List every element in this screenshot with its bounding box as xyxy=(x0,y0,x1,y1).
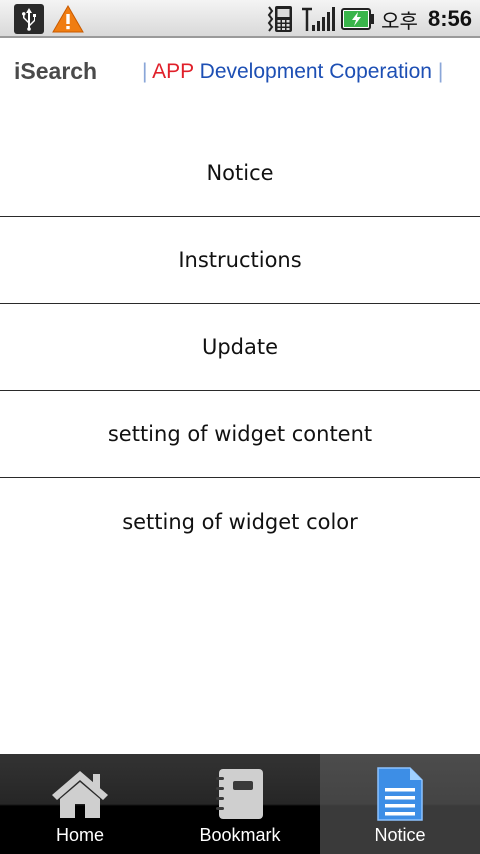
status-left xyxy=(14,4,84,34)
menu-item-update[interactable]: Update xyxy=(0,304,480,391)
bottom-tab-bar: Home Bookmark Notice xyxy=(0,754,480,854)
phone-icon xyxy=(267,6,293,32)
status-bar: 오후 8:56 xyxy=(0,0,480,38)
bookmark-icon xyxy=(208,766,272,822)
menu-item-widget-content[interactable]: setting of widget content xyxy=(0,391,480,478)
signal-icon xyxy=(302,7,336,31)
tagline-rest: Development Coperation xyxy=(199,60,432,83)
notice-menu-list: Notice Instructions Update setting of wi… xyxy=(0,130,480,565)
tagline-divider-right: | xyxy=(437,60,444,83)
status-ampm: 오후 xyxy=(381,8,418,33)
tab-home-label: Home xyxy=(55,825,104,845)
notice-icon xyxy=(368,766,432,822)
menu-item-instructions[interactable]: Instructions xyxy=(0,217,480,304)
tab-home[interactable]: Home xyxy=(0,754,160,854)
tagline-divider-left: | xyxy=(142,60,148,83)
tab-notice[interactable]: Notice xyxy=(320,754,480,854)
usb-icon xyxy=(14,4,44,34)
app-header: iSearch | APP Development Coperation | xyxy=(0,40,480,106)
tagline-app: APP xyxy=(152,60,194,83)
status-right: 오후 8:56 xyxy=(265,3,472,35)
menu-item-notice[interactable]: Notice xyxy=(0,130,480,217)
tab-bookmark-label: Bookmark xyxy=(199,825,281,845)
battery-charging-icon xyxy=(341,8,375,30)
tab-notice-label: Notice xyxy=(374,825,426,845)
home-icon xyxy=(48,766,112,822)
app-tagline: | APP Development Coperation | xyxy=(142,60,443,84)
menu-item-widget-color[interactable]: setting of widget color xyxy=(0,478,480,565)
tab-bookmark[interactable]: Bookmark xyxy=(160,754,320,854)
app-name: iSearch xyxy=(14,58,98,84)
status-time: 8:56 xyxy=(427,6,472,31)
warning-icon xyxy=(52,4,84,33)
